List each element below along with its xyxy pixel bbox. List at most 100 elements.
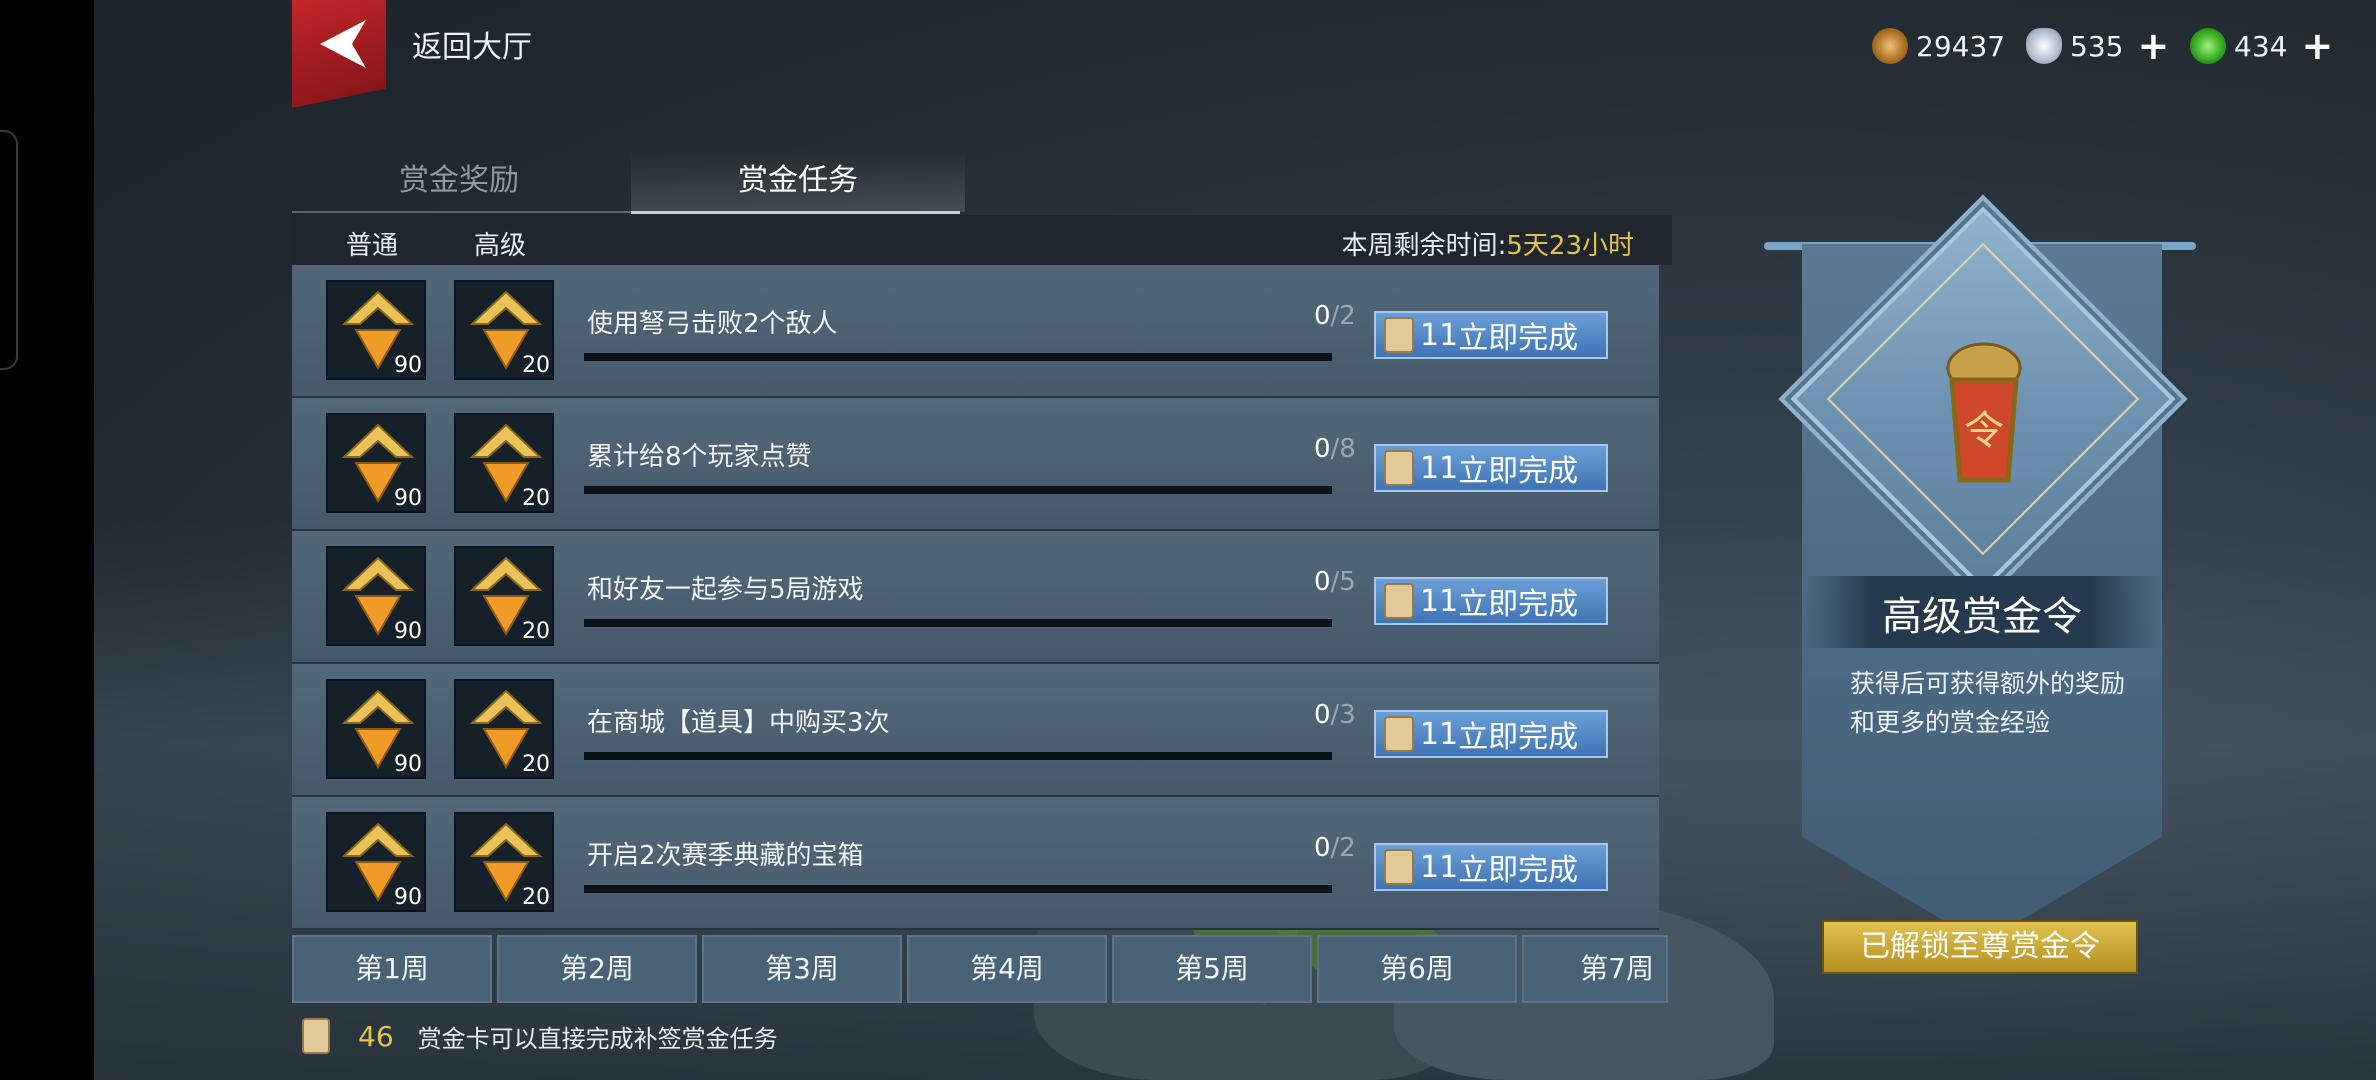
copper-value: 29437 bbox=[1916, 29, 2006, 63]
tab-underline bbox=[292, 211, 960, 214]
complete-now-button[interactable]: 11 立即完成 bbox=[1374, 843, 1608, 891]
complete-label: 立即完成 bbox=[1458, 454, 1579, 489]
progress-total: /2 bbox=[1330, 301, 1356, 331]
jade-value: 434 bbox=[2234, 29, 2288, 63]
progress-done: 0 bbox=[1314, 833, 1331, 863]
add-silver-button[interactable]: + bbox=[2137, 27, 2169, 65]
task-progress: 0/8 bbox=[1314, 434, 1356, 464]
task-progress-bar bbox=[584, 752, 1332, 760]
normal-reward: 90 bbox=[326, 679, 426, 779]
bounty-card-icon bbox=[1384, 450, 1414, 486]
banner-title: 高级赏金令 bbox=[1882, 594, 2082, 640]
week-remaining-label: 本周剩余时间: bbox=[1341, 231, 1507, 261]
advanced-reward: 20 bbox=[454, 679, 554, 779]
progress-total: /2 bbox=[1330, 833, 1356, 863]
device-notch bbox=[0, 130, 18, 370]
normal-reward: 90 bbox=[326, 546, 426, 646]
device-edge bbox=[0, 0, 94, 1080]
column-advanced: 高级 bbox=[474, 231, 527, 261]
tab-bounty-tasks[interactable]: 赏金任务 bbox=[631, 150, 965, 212]
banner-description: 获得后可获得额外的奖励和更多的赏金经验 bbox=[1850, 669, 2126, 737]
task-table-header: 普通 高级 本周剩余时间:5天23小时 bbox=[292, 215, 1672, 265]
normal-reward-value: 90 bbox=[394, 885, 422, 910]
task-progress: 0/2 bbox=[1314, 301, 1356, 331]
token-glyph: 令 bbox=[1964, 408, 2004, 454]
add-jade-button[interactable]: + bbox=[2301, 27, 2333, 65]
jade-currency: 434 + bbox=[2190, 27, 2333, 65]
task-progress-bar bbox=[584, 885, 1332, 893]
task-name: 使用弩弓击败2个敌人 bbox=[587, 309, 838, 339]
task-name: 累计给8个玩家点赞 bbox=[587, 442, 812, 472]
normal-reward-value: 90 bbox=[394, 619, 422, 644]
complete-cost: 11 bbox=[1420, 317, 1459, 353]
complete-label: 立即完成 bbox=[1458, 321, 1579, 356]
complete-now-button[interactable]: 11 立即完成 bbox=[1374, 311, 1608, 359]
task-name: 和好友一起参与5局游戏 bbox=[587, 575, 864, 605]
advanced-reward: 20 bbox=[454, 546, 554, 646]
progress-done: 0 bbox=[1314, 700, 1331, 730]
week-tab-5[interactable]: 第5周 bbox=[1112, 935, 1312, 1003]
bounty-card-icon bbox=[1384, 583, 1414, 619]
task-progress-bar bbox=[584, 353, 1332, 361]
advanced-reward-value: 20 bbox=[522, 619, 550, 644]
silver-ingot-icon bbox=[2026, 28, 2062, 64]
bounty-card-icon bbox=[1384, 716, 1414, 752]
task-progress-bar bbox=[584, 619, 1332, 627]
progress-total: /3 bbox=[1330, 700, 1356, 730]
normal-reward-value: 90 bbox=[394, 486, 422, 511]
advanced-reward-value: 20 bbox=[522, 486, 550, 511]
progress-total: /8 bbox=[1330, 434, 1356, 464]
task-progress-bar bbox=[584, 486, 1332, 494]
task-progress: 0/2 bbox=[1314, 833, 1356, 863]
back-button[interactable] bbox=[292, 0, 386, 108]
progress-done: 0 bbox=[1314, 434, 1331, 464]
week-remaining-value: 5天23小时 bbox=[1506, 231, 1634, 261]
normal-reward-value: 90 bbox=[394, 353, 422, 378]
task-row: 90 20 开启2次赛季典藏的宝箱 0/2 11 立即完成 bbox=[292, 797, 1659, 930]
task-list: 90 20 使用弩弓击败2个敌人 0/2 11 立即完成 90 20 累计给8个玩… bbox=[292, 265, 1659, 930]
complete-label: 立即完成 bbox=[1458, 853, 1579, 888]
complete-cost: 11 bbox=[1420, 583, 1459, 619]
silver-currency: 535 + bbox=[2026, 27, 2169, 65]
copper-coin-icon bbox=[1872, 28, 1908, 64]
bounty-card-icon bbox=[1384, 849, 1414, 885]
bounty-token-icon: 令 bbox=[1946, 342, 2022, 483]
bounty-card-icon bbox=[1384, 317, 1414, 353]
normal-reward: 90 bbox=[326, 812, 426, 912]
complete-cost: 11 bbox=[1420, 849, 1459, 885]
bounty-card-note: 46 赏金卡可以直接完成补签赏金任务 bbox=[302, 1018, 778, 1054]
progress-done: 0 bbox=[1314, 567, 1331, 597]
advanced-reward: 20 bbox=[454, 280, 554, 380]
complete-now-button[interactable]: 11 立即完成 bbox=[1374, 444, 1608, 492]
back-arrow-icon bbox=[320, 20, 366, 68]
complete-now-button[interactable]: 11 立即完成 bbox=[1374, 577, 1608, 625]
week-tab-7[interactable]: 第7周 bbox=[1522, 935, 1668, 1003]
bounty-card-icon bbox=[302, 1018, 330, 1054]
complete-cost: 11 bbox=[1420, 716, 1459, 752]
week-tab-4[interactable]: 第4周 bbox=[907, 935, 1107, 1003]
task-row: 90 20 和好友一起参与5局游戏 0/5 11 立即完成 bbox=[292, 531, 1659, 664]
normal-reward: 90 bbox=[326, 413, 426, 513]
column-normal: 普通 bbox=[346, 231, 399, 261]
normal-reward-value: 90 bbox=[394, 752, 422, 777]
progress-done: 0 bbox=[1314, 301, 1331, 331]
week-tab-3[interactable]: 第3周 bbox=[702, 935, 902, 1003]
tab-bounty-rewards[interactable]: 赏金奖励 bbox=[292, 150, 626, 212]
bounty-card-count: 46 bbox=[358, 1019, 394, 1053]
week-selector: 第1周 第2周 第3周 第4周 第5周 第6周 第7周 bbox=[292, 935, 1668, 1003]
back-label: 返回大厅 bbox=[412, 30, 532, 65]
complete-cost: 11 bbox=[1420, 450, 1459, 486]
task-name: 在商城【道具】中购买3次 bbox=[587, 708, 890, 738]
week-tab-1[interactable]: 第1周 bbox=[292, 935, 492, 1003]
advanced-reward-value: 20 bbox=[522, 885, 550, 910]
week-tab-6[interactable]: 第6周 bbox=[1317, 935, 1517, 1003]
complete-now-button[interactable]: 11 立即完成 bbox=[1374, 710, 1608, 758]
task-progress: 0/5 bbox=[1314, 567, 1356, 597]
week-tab-2[interactable]: 第2周 bbox=[497, 935, 697, 1003]
task-row: 90 20 在商城【道具】中购买3次 0/3 11 立即完成 bbox=[292, 664, 1659, 797]
silver-value: 535 bbox=[2070, 29, 2124, 63]
unlocked-supreme-bounty-button[interactable]: 已解锁至尊赏金令 bbox=[1822, 920, 2138, 974]
active-tab-highlight bbox=[631, 211, 960, 214]
normal-reward: 90 bbox=[326, 280, 426, 380]
complete-label: 立即完成 bbox=[1458, 720, 1579, 755]
